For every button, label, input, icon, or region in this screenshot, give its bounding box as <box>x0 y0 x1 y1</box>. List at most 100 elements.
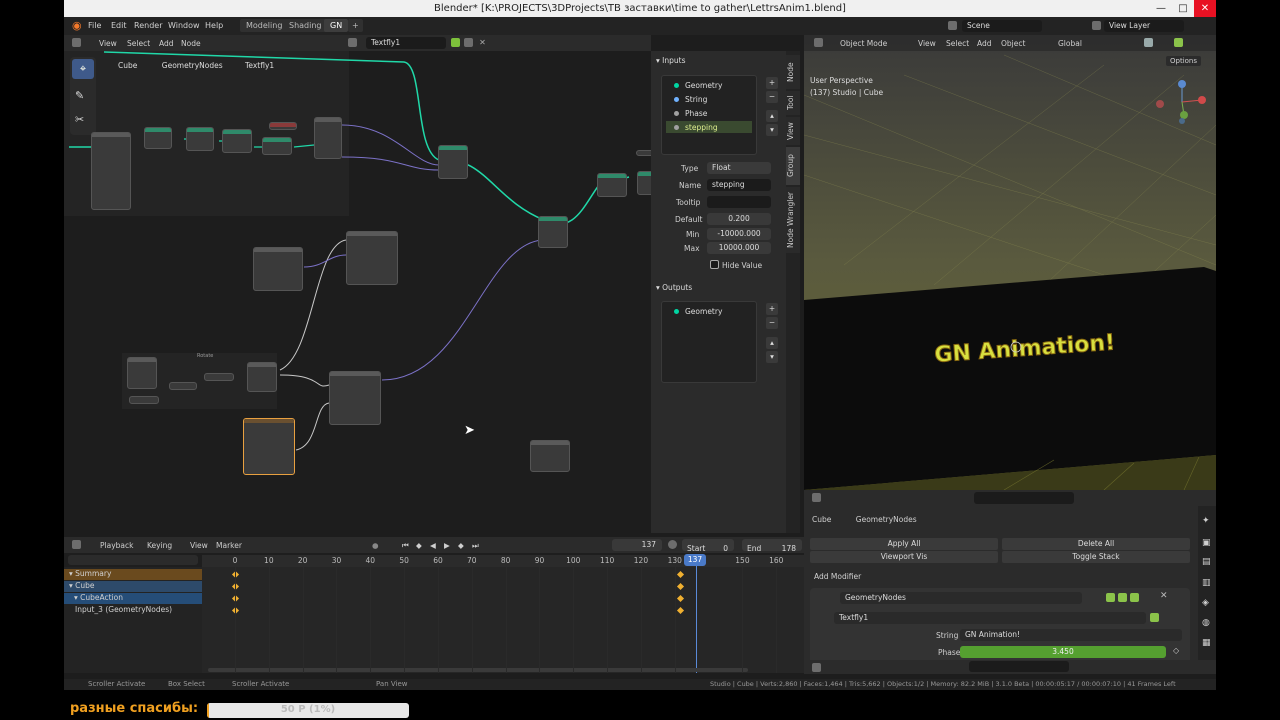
playhead-frame[interactable]: 137 <box>684 554 706 566</box>
node-math-4[interactable] <box>247 362 277 392</box>
timeline-menu-marker[interactable]: Marker <box>216 541 242 550</box>
node-join-geometry[interactable] <box>438 145 468 179</box>
apply-all-button[interactable]: Apply All <box>810 538 998 550</box>
scene-tab-icon[interactable]: ◈ <box>1202 598 1209 608</box>
add-modifier-button[interactable]: Add Modifier <box>814 572 861 581</box>
outliner-editor-type-icon[interactable] <box>812 663 821 672</box>
fake-user-icon[interactable] <box>1150 613 1159 622</box>
node-input-blue[interactable] <box>169 382 197 390</box>
channel-input-3[interactable]: Input_3 (GeometryNodes) <box>64 605 202 616</box>
outputs-list[interactable]: Geometry <box>661 301 757 383</box>
outliner-search-field[interactable] <box>969 661 1069 672</box>
maximize-icon[interactable]: □ <box>1172 0 1194 17</box>
timeline-editor[interactable]: Playback Keying View Marker ● ⏮ ◆ ◀ ▶ ◆ … <box>64 537 804 673</box>
string-input[interactable]: GN Animation! <box>960 629 1182 641</box>
timeline-menu-playback[interactable]: Playback <box>100 541 133 550</box>
timeline-scrollbar[interactable] <box>208 668 748 672</box>
viewport-menu-select[interactable]: Select <box>946 39 969 48</box>
default-field[interactable]: 0.200 <box>707 213 771 225</box>
input-item-stepping[interactable]: stepping <box>674 123 718 132</box>
render-tab-icon[interactable]: ▣ <box>1202 538 1211 548</box>
render-display-icon[interactable] <box>1130 593 1139 602</box>
node-math-3[interactable] <box>346 231 398 285</box>
max-field[interactable]: 10000.000 <box>707 242 771 254</box>
viewport-editor-type-icon[interactable] <box>814 38 823 47</box>
minimize-icon[interactable]: — <box>1150 0 1172 17</box>
node-geometry-3[interactable] <box>222 129 252 153</box>
channel-cube-action[interactable]: ▾ CubeAction <box>64 593 202 604</box>
start-frame-field[interactable]: Start 0 <box>682 539 734 553</box>
tab-node[interactable]: Node <box>786 55 800 89</box>
workspace-tab-gn[interactable]: GN <box>324 19 349 32</box>
delete-all-button[interactable]: Delete All <box>1002 538 1190 550</box>
node-input-red[interactable] <box>269 122 297 130</box>
timeline-menu-view[interactable]: View <box>190 541 208 550</box>
options-dropdown[interactable]: Options <box>1166 56 1202 66</box>
close-icon[interactable]: ✕ <box>1194 0 1216 17</box>
menu-file[interactable]: File <box>88 21 101 30</box>
channel-search-field[interactable] <box>68 555 198 565</box>
workspace-tab-shading[interactable]: Shading <box>283 19 328 32</box>
channel-summary[interactable]: ▾ Summary <box>64 569 202 580</box>
jump-start-icon[interactable]: ⏮ <box>402 541 409 551</box>
tool-tab-icon[interactable]: ✦ <box>1202 516 1210 526</box>
node-math-1[interactable] <box>314 117 342 159</box>
remove-input-button[interactable]: − <box>766 91 778 103</box>
remove-output-button[interactable]: − <box>766 317 778 329</box>
properties-editor[interactable]: Cube GeometryNodes Apply All Delete All … <box>804 490 1216 673</box>
node-editor[interactable]: View Select Add Node Textfly1 ✕ Rotate ⌖… <box>64 35 657 533</box>
input-item-phase[interactable]: Phase <box>674 109 707 118</box>
modifier-name-field[interactable]: GeometryNodes <box>840 592 1082 604</box>
input-item-string[interactable]: String <box>674 95 707 104</box>
node-geometry-1[interactable] <box>144 127 172 149</box>
node-group-field[interactable]: Textfly1 <box>834 612 1146 624</box>
add-output-button[interactable]: + <box>766 303 778 315</box>
shading-solid-icon[interactable] <box>1144 38 1153 47</box>
preview-range-icon[interactable] <box>668 540 677 549</box>
blender-logo-icon[interactable]: ◉ <box>72 19 82 32</box>
viewport-vis-button[interactable]: Viewport Vis <box>810 551 998 563</box>
record-icon[interactable]: ● <box>372 541 379 550</box>
menu-window[interactable]: Window <box>168 21 200 30</box>
hide-value-checkbox[interactable] <box>710 260 719 269</box>
menu-help[interactable]: Help <box>205 21 223 30</box>
viewport-display-icon[interactable] <box>1118 593 1127 602</box>
play-reverse-icon[interactable]: ◀ <box>430 541 436 550</box>
workspace-tab-modeling[interactable]: Modeling <box>240 19 289 32</box>
properties-editor-type-icon[interactable] <box>812 493 821 502</box>
move-input-down-button[interactable]: ▾ <box>766 124 778 136</box>
edit-mode-icon[interactable] <box>1106 593 1115 602</box>
type-dropdown[interactable]: Float <box>707 162 771 174</box>
node-transform[interactable] <box>538 216 568 248</box>
tab-tool[interactable]: Tool <box>786 91 800 115</box>
view-layer-selector[interactable]: View Layer <box>1104 20 1184 32</box>
tab-group[interactable]: Group <box>786 147 800 185</box>
navigation-gizmo-icon[interactable] <box>1154 77 1210 127</box>
min-field[interactable]: -10000.000 <box>707 228 771 240</box>
toggle-stack-button[interactable]: Toggle Stack <box>1002 551 1190 563</box>
phase-field[interactable]: 3.450 <box>960 646 1166 658</box>
end-frame-field[interactable]: End 178 <box>742 539 802 553</box>
move-output-down-button[interactable]: ▾ <box>766 351 778 363</box>
node-math-5[interactable] <box>329 371 381 425</box>
channel-cube[interactable]: ▾ Cube <box>64 581 202 592</box>
keyframe-decorator-icon[interactable]: ◇ <box>1173 646 1179 655</box>
node-group-output[interactable] <box>530 440 570 472</box>
playhead-line[interactable] <box>696 566 697 673</box>
viewport-menu-view[interactable]: View <box>918 39 936 48</box>
timeline-menu-keying[interactable]: Keying <box>147 541 172 550</box>
play-icon[interactable]: ▶ <box>444 541 450 550</box>
viewport-menu-add[interactable]: Add <box>977 39 992 48</box>
object-mode-dropdown[interactable]: Object Mode <box>840 39 887 48</box>
node-set-position[interactable] <box>91 132 131 210</box>
current-frame-field[interactable]: 137 <box>612 539 662 551</box>
collection-tab-icon[interactable]: ▦ <box>1202 638 1211 648</box>
move-output-up-button[interactable]: ▴ <box>766 337 778 349</box>
node-realize[interactable] <box>597 173 627 197</box>
scene-selector[interactable]: Scene <box>962 20 1042 32</box>
node-geometry-2[interactable] <box>186 127 214 151</box>
move-input-up-button[interactable]: ▴ <box>766 110 778 122</box>
output-tab-icon[interactable]: ▤ <box>1202 557 1211 567</box>
gizmo-toggle-icon[interactable] <box>1174 38 1183 47</box>
add-input-button[interactable]: + <box>766 77 778 89</box>
